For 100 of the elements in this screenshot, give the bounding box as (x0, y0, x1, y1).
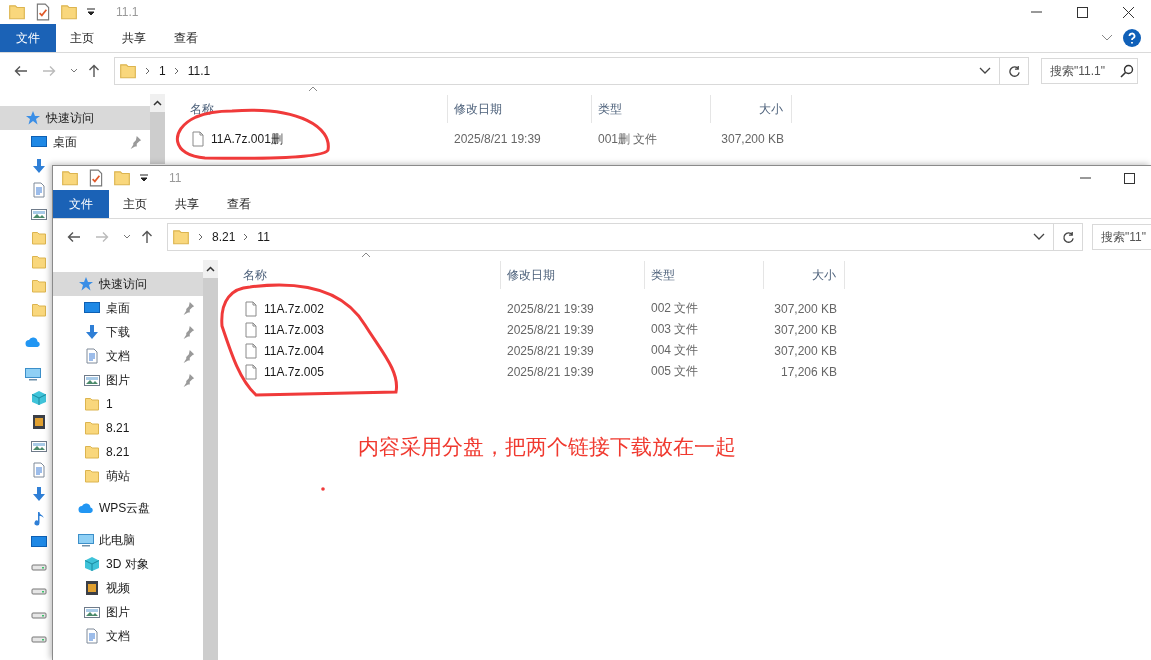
window-title: 11 (169, 171, 182, 185)
sidebar-item[interactable]: 桌面 (53, 296, 203, 320)
chevron-down-icon[interactable] (1033, 233, 1045, 241)
table-cell-text: 2025/8/21 19:39 (506, 364, 595, 379)
ribbon-tab[interactable]: 查看 (213, 190, 265, 218)
folder-icon (61, 169, 79, 187)
back-arrow-icon[interactable] (67, 231, 81, 243)
scrollbar[interactable] (150, 94, 165, 164)
window-title: 11.1 (116, 5, 139, 19)
document-icon (84, 348, 100, 364)
sidebar-item[interactable]: 桌面 (0, 130, 150, 154)
annotation-text: 内容采用分盘，把两个链接下载放在一起 (358, 434, 736, 460)
file-menu-button[interactable]: 文件 (53, 190, 109, 218)
breadcrumb[interactable]: 11.1 (187, 64, 211, 78)
scrollbar[interactable] (203, 260, 218, 660)
close-icon[interactable] (1122, 6, 1134, 18)
table-cell-text: 2025/8/21 19:39 (453, 132, 542, 146)
folder-icon (84, 420, 100, 436)
help-icon[interactable] (1123, 29, 1141, 47)
breadcrumb[interactable]: 1 (159, 64, 166, 78)
dropdown-icon[interactable] (139, 173, 149, 183)
sidebar-item[interactable]: 1 (53, 392, 203, 416)
sidebar-item[interactable]: 此电脑 (53, 528, 203, 552)
search-field[interactable]: 搜索"11.1" (1050, 64, 1118, 78)
checklist-icon (34, 3, 52, 21)
file-icon (243, 342, 259, 359)
file-name[interactable]: 11A.7z.004 (264, 343, 324, 358)
sidebar-item[interactable]: 8.21 (53, 416, 203, 440)
ribbon-tab[interactable]: 共享 (108, 24, 160, 52)
file-icon (243, 321, 259, 338)
refresh-icon[interactable] (1061, 230, 1075, 244)
sidebar-item[interactable]: 文档 (53, 624, 203, 648)
maximize-icon[interactable] (1123, 172, 1135, 184)
sidebar-item[interactable]: 视频 (53, 576, 203, 600)
download-icon (31, 158, 47, 174)
chevron-down-icon[interactable] (979, 67, 991, 75)
table-cell-text: 307,200 KB (720, 132, 785, 146)
scroll-up-icon[interactable] (206, 266, 215, 272)
table-cell-text: 307,200 KB (773, 301, 838, 316)
search-field[interactable]: 搜索"11" (1101, 230, 1151, 244)
folder-icon (60, 3, 78, 21)
chevron-down-icon[interactable] (123, 234, 131, 240)
file-menu-button[interactable]: 文件 (0, 24, 56, 52)
ribbon-tab[interactable]: 主页 (109, 190, 161, 218)
refresh-icon[interactable] (1007, 64, 1021, 78)
sidebar-item[interactable]: 3D 对象 (53, 552, 203, 576)
file-name[interactable]: 11A.7z.003 (264, 322, 324, 337)
sidebar-item[interactable]: 图片 (53, 600, 203, 624)
sidebar-item[interactable]: 8.21 (53, 440, 203, 464)
star-icon (25, 110, 41, 126)
picture-icon (84, 604, 100, 620)
search-box[interactable]: 搜索"11" (1092, 224, 1151, 250)
file-name[interactable]: 11A.7z.005 (264, 364, 324, 379)
sidebar-item[interactable]: 图片 (53, 368, 203, 392)
column-header[interactable]: 修改日期 (501, 261, 645, 289)
column-header[interactable]: 修改日期 (448, 95, 592, 123)
film-icon (31, 414, 47, 430)
breadcrumb[interactable]: 8.21 (212, 230, 236, 244)
ribbon-tab[interactable]: 共享 (161, 190, 213, 218)
address-bar[interactable]: 8.21 11 (167, 223, 1054, 251)
column-header[interactable]: 名称 (223, 261, 501, 289)
up-arrow-icon[interactable] (88, 64, 100, 78)
column-header[interactable]: 类型 (645, 261, 764, 289)
column-header[interactable]: 大小 (711, 95, 792, 123)
ribbon-tab[interactable]: 主页 (56, 24, 108, 52)
address-bar[interactable]: 1 11.1 (114, 57, 1000, 85)
sidebar-item[interactable]: 快速访问 (0, 106, 150, 130)
file-name[interactable]: 11A.7z.001删 (211, 130, 283, 148)
sidebar-item[interactable]: 文档 (53, 344, 203, 368)
sidebar-item[interactable]: 快速访问 (53, 272, 203, 296)
dropdown-icon[interactable] (86, 7, 96, 17)
chevron-right-icon (198, 233, 204, 241)
computer-icon (78, 532, 94, 548)
folder-icon (31, 302, 47, 318)
film-icon (84, 580, 100, 596)
scroll-up-icon[interactable] (153, 100, 162, 106)
column-header[interactable]: 类型 (592, 95, 711, 123)
search-icon (1120, 64, 1134, 78)
sort-caret-icon (308, 86, 318, 92)
search-box[interactable]: 搜索"11.1" (1041, 58, 1138, 84)
ribbon-tab[interactable]: 查看 (160, 24, 212, 52)
minimize-icon[interactable] (1079, 177, 1091, 179)
sidebar-item[interactable]: WPS云盘 (53, 496, 203, 520)
minimize-icon[interactable] (1030, 11, 1042, 13)
chevron-right-icon (243, 233, 250, 241)
sidebar-item[interactable]: 萌站 (53, 464, 203, 488)
maximize-icon[interactable] (1076, 6, 1088, 18)
column-header[interactable]: 大小 (764, 261, 845, 289)
breadcrumb[interactable]: 11 (257, 230, 270, 244)
table-cell-text: 2025/8/21 19:39 (506, 343, 595, 358)
download-icon (84, 324, 100, 340)
table-cell-text: 307,200 KB (773, 343, 838, 358)
chevron-down-icon[interactable] (70, 68, 78, 74)
file-name[interactable]: 11A.7z.002 (264, 301, 324, 316)
back-arrow-icon[interactable] (14, 65, 28, 77)
folder-icon (113, 169, 131, 187)
up-arrow-icon[interactable] (141, 230, 153, 244)
sidebar-item[interactable]: 下载 (53, 320, 203, 344)
table-cell-text: 17,206 KB (779, 364, 838, 379)
folder-icon (8, 3, 26, 21)
